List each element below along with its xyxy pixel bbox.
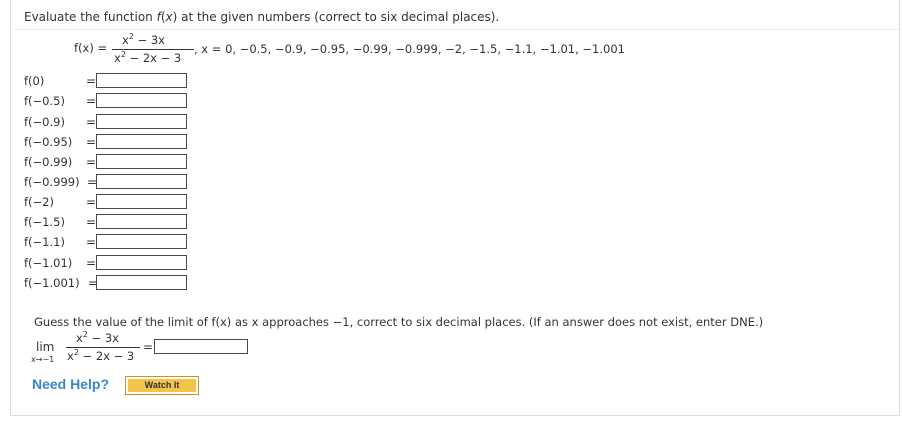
- row-equals: =: [86, 235, 97, 249]
- need-help-label: Need Help?: [32, 376, 110, 392]
- domain-note: , x = 0, −0.5, −0.9, −0.95, −0.99, −0.99…: [194, 42, 625, 56]
- answer-input[interactable]: [96, 114, 187, 129]
- function-denominator: x2 − 2x − 3: [114, 50, 182, 66]
- row-equals: =: [86, 155, 97, 169]
- row-equals: =: [86, 94, 97, 108]
- lim-word: lim: [36, 340, 55, 354]
- row-equals: =: [86, 215, 97, 229]
- limit-numerator: x2 − 3x: [76, 330, 119, 346]
- row-equals: =: [86, 256, 97, 270]
- answer-input[interactable]: [96, 234, 187, 249]
- row-equals: =: [86, 195, 97, 209]
- answer-input[interactable]: [96, 275, 187, 290]
- answer-input[interactable]: [96, 134, 187, 149]
- lim-subscript: x→−1: [31, 355, 55, 364]
- answer-input[interactable]: [96, 93, 187, 108]
- limit-prompt: Guess the value of the limit of f(x) as …: [34, 315, 764, 329]
- divider: [14, 29, 898, 30]
- limit-denominator: x2 − 2x − 3: [67, 348, 135, 364]
- watch-it-button[interactable]: Watch It: [125, 376, 199, 395]
- answer-input[interactable]: [96, 174, 187, 189]
- answer-input[interactable]: [96, 194, 187, 209]
- row-equals: =: [86, 135, 97, 149]
- limit-answer-input[interactable]: [154, 339, 248, 354]
- row-label: f(−0.999): [24, 175, 80, 189]
- row-equals: =: [86, 74, 97, 88]
- function-name: f(x) =: [74, 41, 108, 55]
- answer-input[interactable]: [96, 154, 187, 169]
- answer-input[interactable]: [96, 255, 187, 270]
- function-numerator: x2 − 3x: [122, 32, 165, 48]
- instruction-text: Evaluate the function f(x) at the given …: [24, 10, 500, 24]
- answer-input[interactable]: [96, 214, 187, 229]
- row-equals: =: [86, 115, 97, 129]
- row-label: f(−1.001): [24, 276, 80, 290]
- limit-equals: =: [143, 340, 154, 354]
- answer-input[interactable]: [96, 73, 187, 88]
